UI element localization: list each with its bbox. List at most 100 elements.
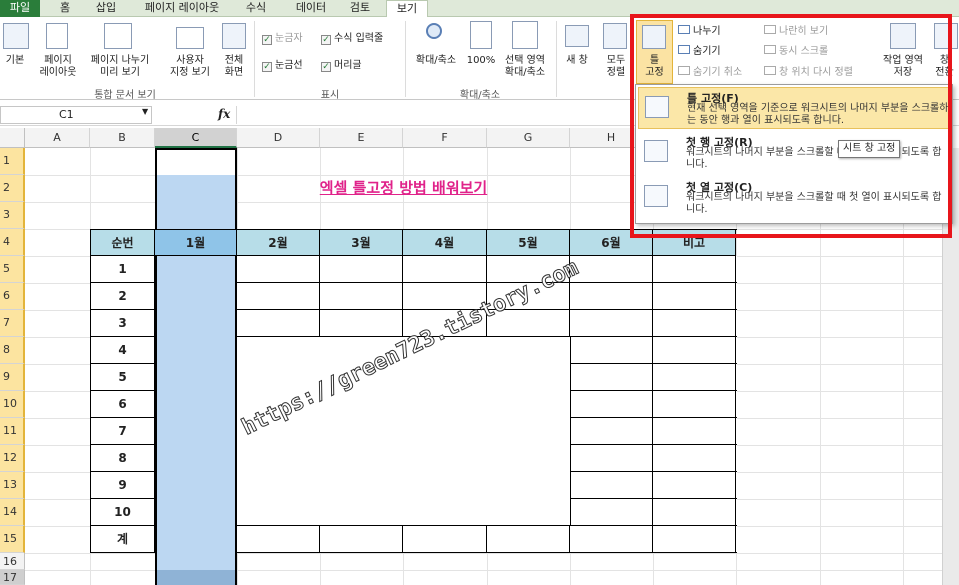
tab-formulas[interactable]: 수식 [238,0,274,17]
row-header-16[interactable]: 16 [0,553,25,570]
sheet-title: 엑셀 틀고정 방법 배워보기 [319,179,488,197]
index-cell[interactable]: 6 [90,391,155,418]
column-header-e[interactable]: E [320,128,403,148]
ruler-label: 눈금자 [275,33,303,44]
index-cell[interactable]: 7 [90,418,155,445]
index-cell[interactable]: 8 [90,445,155,472]
zoom-to-selection-icon [512,21,538,49]
name-box[interactable]: C1 [0,106,152,124]
zoom-button[interactable]: 확대/축소 [410,55,462,67]
column-header-c[interactable]: C [155,128,237,148]
formula-bar-label: 수식 입력줄 [334,33,384,44]
total-row-cells[interactable] [237,526,737,553]
separator [405,21,406,97]
checkbox-icon: ✓ [321,35,331,45]
tab-file[interactable]: 파일 [0,0,40,17]
annotation-highlight-box [630,14,952,238]
total-label-cell[interactable]: 계 [90,526,155,553]
note-cells[interactable] [570,337,737,526]
headings-label: 머리글 [334,60,362,71]
header-may: 5월 [487,229,570,256]
checkbox-icon: ✓ [262,35,272,45]
index-cell[interactable]: 4 [90,337,155,364]
zoom-to-selection-button[interactable]: 선택 영역 확대/축소 [498,55,552,79]
gridlines-checkbox[interactable]: ✓ 눈금선 [262,60,303,72]
insert-function-button[interactable]: fx [218,107,230,121]
custom-views-button[interactable]: 사용자 지정 보기 [162,55,218,79]
separator [556,21,557,97]
zoom-100-icon [470,21,492,49]
selected-column-bottom [157,570,235,585]
index-cell[interactable]: 5 [90,364,155,391]
active-cell-c1[interactable] [157,150,235,175]
header-index: 순번 [90,229,155,256]
arrange-all-icon [603,23,627,49]
column-header-f[interactable]: F [403,128,487,148]
new-window-button[interactable]: 새 창 [560,55,594,67]
formula-bar-checkbox[interactable]: ✓ 수식 입력줄 [321,33,383,45]
row-header-10[interactable]: 10 [0,391,25,418]
row-header-13[interactable]: 13 [0,472,25,499]
headings-checkbox[interactable]: ✓ 머리글 [321,60,362,72]
header-feb: 2월 [237,229,320,256]
tab-view[interactable]: 보기 [386,0,428,18]
index-cell[interactable]: 10 [90,499,155,526]
row-header-17[interactable]: 17 [0,570,25,585]
column-header-d[interactable]: D [237,128,320,148]
full-screen-button[interactable]: 전체 화면 [218,55,250,79]
tab-insert[interactable]: 삽입 [88,0,124,17]
column-header-a[interactable]: A [25,128,90,148]
row-header-4[interactable]: 4 [0,229,25,256]
row-header-14[interactable]: 14 [0,499,25,526]
group-zoom: 확대/축소 [459,90,501,101]
column-header-g[interactable]: G [487,128,570,148]
column-header-b[interactable]: B [90,128,155,148]
selected-column-c[interactable] [155,148,237,585]
index-cell[interactable]: 3 [90,310,155,337]
page-break-preview-button[interactable]: 페이지 나누기 미리 보기 [84,55,156,79]
page-break-preview-icon [104,23,132,49]
row-header-11[interactable]: 11 [0,418,25,445]
index-cell[interactable]: 2 [90,283,155,310]
new-window-icon [565,25,589,47]
row-header-2[interactable]: 2 [0,175,25,202]
tab-data[interactable]: 데이터 [288,0,334,17]
magnifier-icon [426,23,442,39]
group-show: 표시 [320,90,340,101]
normal-view-icon [3,23,29,49]
custom-views-icon [176,27,204,49]
ruler-checkbox[interactable]: ✓ 눈금자 [262,33,303,45]
group-workbook-views: 통합 문서 보기 [94,90,156,101]
row-header-15[interactable]: 15 [0,526,25,553]
row-header-3[interactable]: 3 [0,202,25,229]
row-header-1[interactable]: 1 [0,148,25,175]
tab-home[interactable]: 홈 [47,0,83,17]
arrange-all-button[interactable]: 모두 정렬 [600,55,632,79]
checkbox-icon: ✓ [321,62,331,72]
normal-view-button[interactable]: 기본 [0,55,30,67]
index-cell[interactable]: 1 [90,256,155,283]
row-header-8[interactable]: 8 [0,337,25,364]
tab-page-layout[interactable]: 페이지 레이아웃 [136,0,228,17]
row-header-12[interactable]: 12 [0,445,25,472]
row-header-6[interactable]: 6 [0,283,25,310]
separator [254,21,255,97]
header-apr: 4월 [403,229,487,256]
row-header-9[interactable]: 9 [0,364,25,391]
zoom-100-button[interactable]: 100% [465,55,497,67]
header-jan: 1월 [155,229,237,256]
index-cell[interactable]: 9 [90,472,155,499]
row-header-7[interactable]: 7 [0,310,25,337]
row-header-5[interactable]: 5 [0,256,25,283]
full-screen-icon [222,23,246,49]
header-mar: 3월 [320,229,403,256]
merged-area[interactable] [237,337,570,526]
select-all-corner[interactable] [0,128,25,148]
formula-bar-divider [160,106,210,124]
page-layout-icon [46,23,68,49]
name-box-dropdown-icon[interactable]: ▼ [142,107,148,116]
page-layout-button[interactable]: 페이지 레이아웃 [34,55,82,79]
checkbox-icon: ✓ [262,62,272,72]
tab-review[interactable]: 검토 [342,0,378,17]
data-cells-upper[interactable] [237,256,737,337]
